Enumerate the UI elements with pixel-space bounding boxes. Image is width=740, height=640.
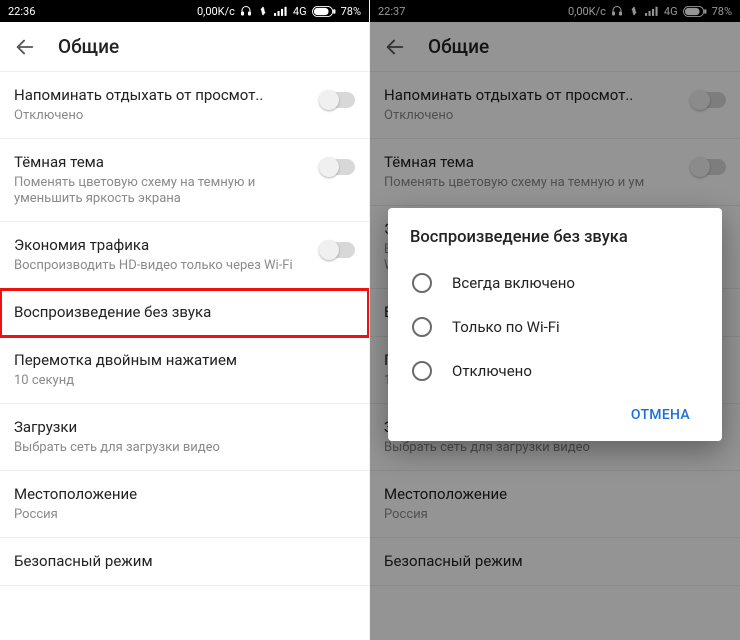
item-sub: 10 секунд <box>14 373 355 389</box>
cancel-button[interactable]: ОТМЕНА <box>621 399 700 431</box>
item-sub: Выбрать сеть для загрузки видео <box>14 440 355 456</box>
status-bar: 22:37 0,00K/c 4G 78% <box>370 0 740 22</box>
back-icon[interactable] <box>14 36 36 58</box>
item-location[interactable]: Местоположение Россия <box>370 471 740 538</box>
settings-list: Напоминать отдыхать от просмот.. Отключе… <box>0 72 369 586</box>
toggle-switch[interactable] <box>321 92 355 108</box>
clock: 22:36 <box>8 5 35 18</box>
item-dark-theme[interactable]: Тёмная тема Поменять цветовую схему на т… <box>370 139 740 206</box>
net-speed: 0,00K/c <box>197 5 235 18</box>
phone-left: 22:36 0,00K/c 4G 78% Общие Напоминать от… <box>0 0 370 640</box>
item-label: Экономия трафика <box>14 236 311 255</box>
headphones-icon <box>240 5 252 17</box>
radio-icon <box>412 317 432 337</box>
toggle-switch[interactable] <box>321 159 355 175</box>
vibrate-icon <box>628 5 640 17</box>
toggle-switch[interactable] <box>692 92 726 108</box>
item-safe-mode[interactable]: Безопасный режим <box>0 538 369 586</box>
item-remind-break[interactable]: Напоминать отдыхать от просмот.. Отключе… <box>0 72 369 139</box>
item-downloads[interactable]: Загрузки Выбрать сеть для загрузки видео <box>0 404 369 471</box>
battery-icon <box>312 6 336 17</box>
item-sub: Россия <box>384 507 726 523</box>
headphones-icon <box>611 5 623 17</box>
net-speed: 0,00K/c <box>568 5 606 18</box>
clock: 22:37 <box>378 5 405 18</box>
radio-icon <box>412 361 432 381</box>
item-label: Безопасный режим <box>384 552 726 571</box>
item-muted-playback[interactable]: Воспроизведение без звука <box>0 289 369 337</box>
option-label: Отключено <box>452 362 532 380</box>
item-safe-mode[interactable]: Безопасный режим <box>370 538 740 586</box>
vibrate-icon <box>257 5 269 17</box>
item-dark-theme[interactable]: Тёмная тема Поменять цветовую схему на т… <box>0 139 369 222</box>
option-off[interactable]: Отключено <box>410 349 700 393</box>
network-label: 4G <box>293 5 307 18</box>
item-label: Тёмная тема <box>384 153 682 172</box>
item-label: Напоминать отдыхать от просмот.. <box>384 86 682 105</box>
dialog-title: Воспроизведение без звука <box>410 228 700 247</box>
battery-icon <box>683 6 707 17</box>
battery-pct: 78% <box>712 5 732 18</box>
item-data-saver[interactable]: Экономия трафика Воспроизводить HD-видео… <box>0 222 369 289</box>
option-wifi-only[interactable]: Только по Wi-Fi <box>410 305 700 349</box>
item-sub: Отключено <box>384 108 682 124</box>
toggle-switch[interactable] <box>692 159 726 175</box>
item-label: Воспроизведение без звука <box>14 303 355 322</box>
item-label: Перемотка двойным нажатием <box>14 351 355 370</box>
item-label: Местоположение <box>384 485 726 504</box>
item-label: Загрузки <box>14 418 355 437</box>
radio-icon <box>412 273 432 293</box>
item-label: Тёмная тема <box>14 153 311 172</box>
item-label: Напоминать отдыхать от просмот.. <box>14 86 311 105</box>
option-label: Всегда включено <box>452 274 575 292</box>
phone-right: 22:37 0,00K/c 4G 78% Общие Напоминать от… <box>370 0 740 640</box>
item-sub: Россия <box>14 507 355 523</box>
back-icon[interactable] <box>384 36 406 58</box>
item-sub: Воспроизводить HD-видео только через Wi-… <box>14 258 311 274</box>
status-bar: 22:36 0,00K/c 4G 78% <box>0 0 369 22</box>
dialog-muted-playback: Воспроизведение без звука Всегда включен… <box>388 208 722 441</box>
option-always-on[interactable]: Всегда включено <box>410 261 700 305</box>
signal-icon <box>274 5 288 17</box>
item-sub: Поменять цветовую схему на темную и ум <box>384 175 682 191</box>
option-label: Только по Wi-Fi <box>452 318 560 336</box>
battery-pct: 78% <box>341 5 361 18</box>
item-location[interactable]: Местоположение Россия <box>0 471 369 538</box>
item-sub: Поменять цветовую схему на темную и умен… <box>14 175 311 208</box>
signal-icon <box>645 5 659 17</box>
item-remind-break[interactable]: Напоминать отдыхать от просмот.. Отключе… <box>370 72 740 139</box>
app-bar: Общие <box>370 22 740 72</box>
item-double-tap-seek[interactable]: Перемотка двойным нажатием 10 секунд <box>0 337 369 404</box>
toggle-switch[interactable] <box>321 242 355 258</box>
page-title: Общие <box>428 35 489 58</box>
item-sub: Выбрать сеть для загрузки видео <box>384 440 726 456</box>
item-sub: Отключено <box>14 108 311 124</box>
page-title: Общие <box>58 35 119 58</box>
network-label: 4G <box>664 5 678 18</box>
app-bar: Общие <box>0 22 369 72</box>
item-label: Местоположение <box>14 485 355 504</box>
item-label: Безопасный режим <box>14 552 355 571</box>
